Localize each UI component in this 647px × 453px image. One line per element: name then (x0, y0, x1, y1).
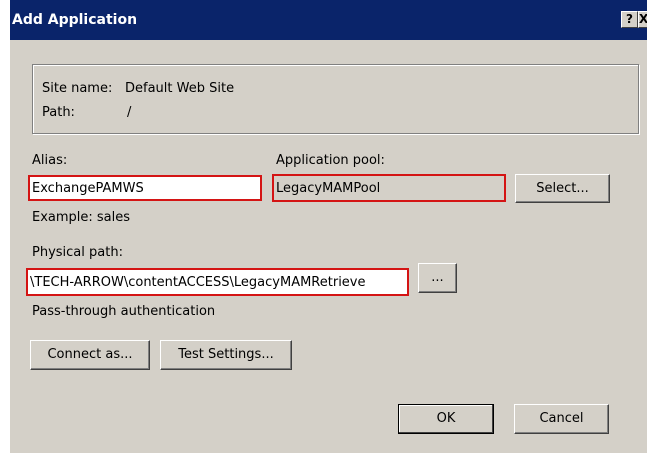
site-name-label: Site name: (42, 81, 113, 96)
site-name-value: Default Web Site (125, 81, 235, 96)
select-app-pool-button[interactable]: Select... (515, 174, 610, 203)
physical-path-input[interactable]: \TECH-ARROW\contentACCESS\LegacyMAMRetri… (26, 268, 409, 296)
app-pool-field: LegacyMAMPool (272, 174, 506, 202)
add-application-dialog: Add Application ? X Site name: Default W… (10, 0, 647, 453)
test-settings-button[interactable]: Test Settings... (160, 340, 292, 370)
browse-button[interactable]: ... (418, 263, 457, 293)
help-button[interactable]: ? (621, 11, 638, 28)
cancel-button[interactable]: Cancel (514, 404, 609, 434)
connect-as-button[interactable]: Connect as... (30, 340, 150, 370)
path-label: Path: (42, 105, 75, 120)
alias-example: Example: sales (32, 210, 131, 225)
site-info-group: Site name: Default Web Site Path: / (32, 64, 639, 134)
close-button[interactable]: X (638, 11, 647, 28)
auth-label: Pass-through authentication (32, 304, 216, 319)
ok-button[interactable]: OK (398, 404, 494, 434)
app-pool-label: Application pool: (276, 153, 385, 168)
title-bar[interactable]: Add Application ? X (10, 0, 647, 40)
path-value: / (127, 105, 132, 120)
dialog-title: Add Application (12, 12, 138, 28)
alias-label: Alias: (32, 153, 68, 168)
alias-input[interactable]: ExchangePAMWS (28, 175, 262, 201)
physical-path-label: Physical path: (32, 245, 123, 260)
